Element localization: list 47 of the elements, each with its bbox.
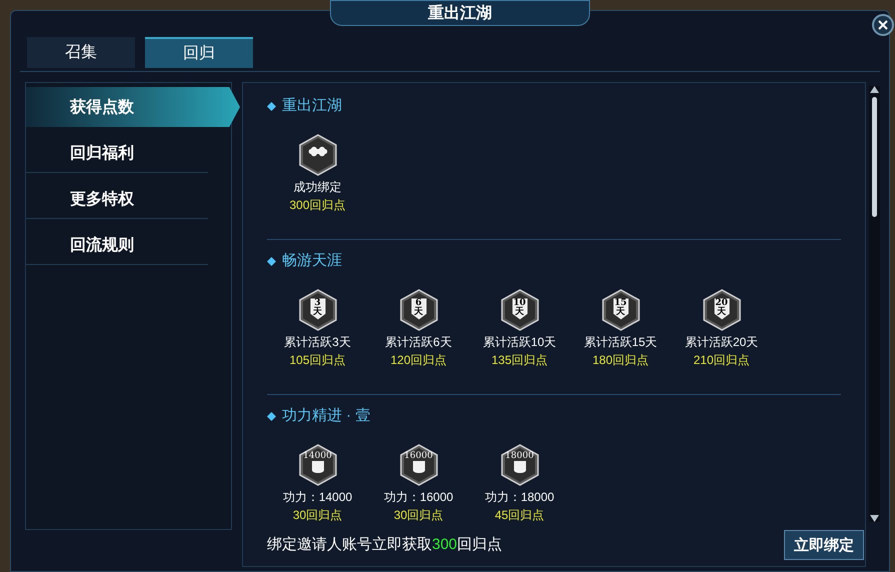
reward-label: 累计活跃15天 bbox=[584, 334, 658, 350]
banner-badge-icon: 6 天 bbox=[398, 288, 438, 330]
sidebar-item[interactable]: 回归福利 bbox=[26, 133, 208, 173]
sidebar-item[interactable]: 回流规则 bbox=[26, 225, 208, 265]
section-title: 功力精进 · 壹 bbox=[282, 406, 370, 426]
banner-badge-icon: 15 天 bbox=[600, 288, 640, 330]
reward-label: 累计活跃3天 bbox=[284, 334, 351, 350]
reward-points: 30回归点 bbox=[292, 506, 342, 524]
up-arrow-icon bbox=[870, 86, 879, 93]
reward-label: 功力：18000 bbox=[484, 488, 554, 506]
reward-label: 累计活跃6天 bbox=[385, 334, 452, 350]
reward-points: 45回归点 bbox=[494, 506, 544, 524]
close-icon bbox=[878, 20, 888, 30]
reward-label: 成功绑定 bbox=[294, 178, 342, 196]
window-title: 重出江湖 bbox=[428, 2, 492, 24]
tab[interactable]: 召集 bbox=[27, 37, 135, 68]
sidebar-item[interactable]: 获得点数 bbox=[26, 87, 240, 127]
tab[interactable]: 回归 bbox=[145, 37, 253, 68]
reward-label: 累计活跃20天 bbox=[684, 334, 758, 350]
banner-badge-icon: 10 天 bbox=[500, 288, 540, 330]
diamond-icon bbox=[267, 102, 276, 111]
sidebar-item[interactable]: 更多特权 bbox=[26, 179, 208, 219]
reward-points: 105回归点 bbox=[289, 352, 346, 368]
down-arrow-icon bbox=[870, 515, 879, 522]
fist-badge-icon: 16000 bbox=[398, 444, 438, 486]
scrollbar[interactable] bbox=[869, 86, 880, 522]
reward-points: 120回归点 bbox=[390, 352, 447, 368]
reward-points: 30回归点 bbox=[394, 506, 444, 524]
reward-label: 功力：16000 bbox=[384, 488, 454, 506]
bind-button[interactable]: 立即绑定 bbox=[784, 530, 864, 560]
diamond-icon bbox=[267, 256, 276, 266]
diamond-icon bbox=[267, 412, 276, 421]
banner-badge-icon: 3 天 bbox=[298, 288, 338, 330]
scrollbar-thumb[interactable] bbox=[872, 97, 877, 217]
reward-points: 180回归点 bbox=[592, 352, 649, 368]
invite-message: 绑定邀请人账号立即获取300回归点 bbox=[267, 534, 502, 555]
link-badge-icon bbox=[298, 134, 338, 176]
banner-badge-icon: 20 天 bbox=[702, 288, 742, 330]
reward-points: 135回归点 bbox=[491, 352, 548, 368]
reward-label: 累计活跃10天 bbox=[482, 334, 556, 350]
section-title: 畅游天涯 bbox=[282, 251, 342, 271]
reward-points: 210回归点 bbox=[693, 352, 750, 368]
reward-points: 300回归点 bbox=[289, 196, 346, 214]
fist-badge-icon: 14000 bbox=[298, 444, 338, 486]
reward-label: 功力：14000 bbox=[282, 488, 352, 506]
fist-badge-icon: 18000 bbox=[500, 444, 540, 486]
section-title: 重出江湖 bbox=[282, 96, 342, 116]
